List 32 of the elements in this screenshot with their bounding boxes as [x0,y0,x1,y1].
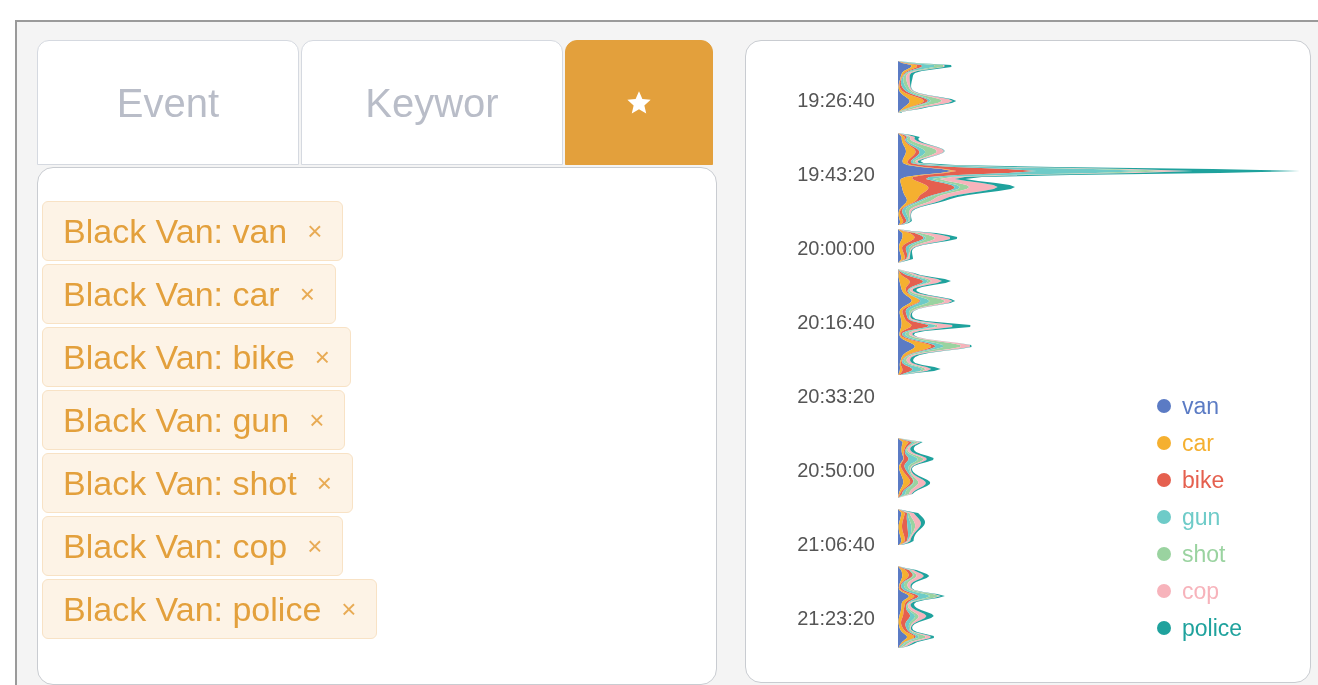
tag-label: Black Van: police [63,588,322,630]
tab[interactable]: Event [37,40,299,165]
time-label: 20:33:20 [797,385,875,407]
tab[interactable] [565,40,713,165]
tag-label: Black Van: gun [63,399,290,441]
legend-label: cop [1182,578,1220,604]
tag-label: Black Van: bike [63,336,295,378]
legend-label: car [1182,430,1214,456]
tag-label: Black Van: cop [63,525,288,567]
time-label: 19:43:20 [797,163,875,185]
tag-label: Black Van: shot [63,462,297,504]
legend-label: police [1182,615,1243,641]
time-label: 20:16:40 [797,311,875,333]
remove-button[interactable]: × [316,463,332,503]
time-label: 21:06:40 [797,533,875,555]
remove-button[interactable]: × [307,211,323,251]
legend-label: shot [1182,541,1226,567]
remove-button[interactable]: × [307,526,323,566]
time-label: 20:00:00 [797,237,875,259]
time-label: 21:23:20 [797,607,875,629]
remove-button[interactable]: × [309,400,325,440]
tag-label: Black Van: car [63,273,280,315]
legend-label: bike [1182,467,1225,493]
time-label: 20:50:00 [797,459,875,481]
legend-label: van [1182,393,1220,419]
remove-button[interactable]: × [314,337,330,377]
tab[interactable]: Keywor [301,40,563,165]
remove-button[interactable]: × [299,274,315,314]
time-label: 19:26:40 [797,89,875,111]
tag-label: Black Van: van [63,210,288,252]
remove-button[interactable]: × [341,589,357,629]
legend-label: gun [1182,504,1221,530]
